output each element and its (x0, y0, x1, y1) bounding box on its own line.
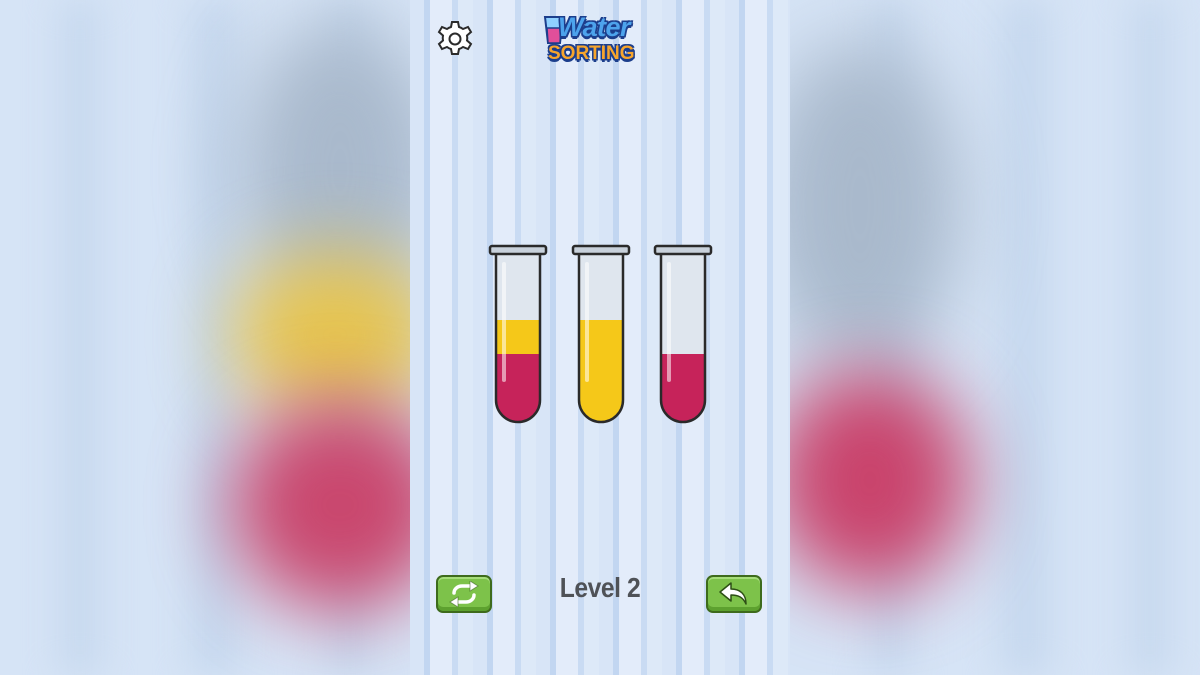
test-tube-2[interactable] (571, 240, 631, 435)
blurred-backdrop-right (790, 0, 1200, 675)
level-indicator: Level 2 (559, 572, 641, 603)
blurred-backdrop-left (0, 0, 410, 675)
game-screen: Water SORTING Level 2 (410, 0, 790, 675)
test-tube-1[interactable] (488, 240, 548, 435)
logo-title-sorting: SORTING (548, 43, 635, 64)
restart-icon (449, 581, 479, 607)
gear-icon (437, 21, 473, 55)
settings-button[interactable] (434, 18, 476, 60)
tube-rack (410, 240, 790, 440)
game-logo: Water SORTING (540, 12, 670, 72)
undo-button[interactable] (706, 575, 762, 613)
test-tube-3[interactable] (653, 240, 713, 435)
restart-button[interactable] (436, 575, 492, 613)
undo-icon (719, 582, 747, 605)
logo-title-water: Water (558, 12, 631, 42)
